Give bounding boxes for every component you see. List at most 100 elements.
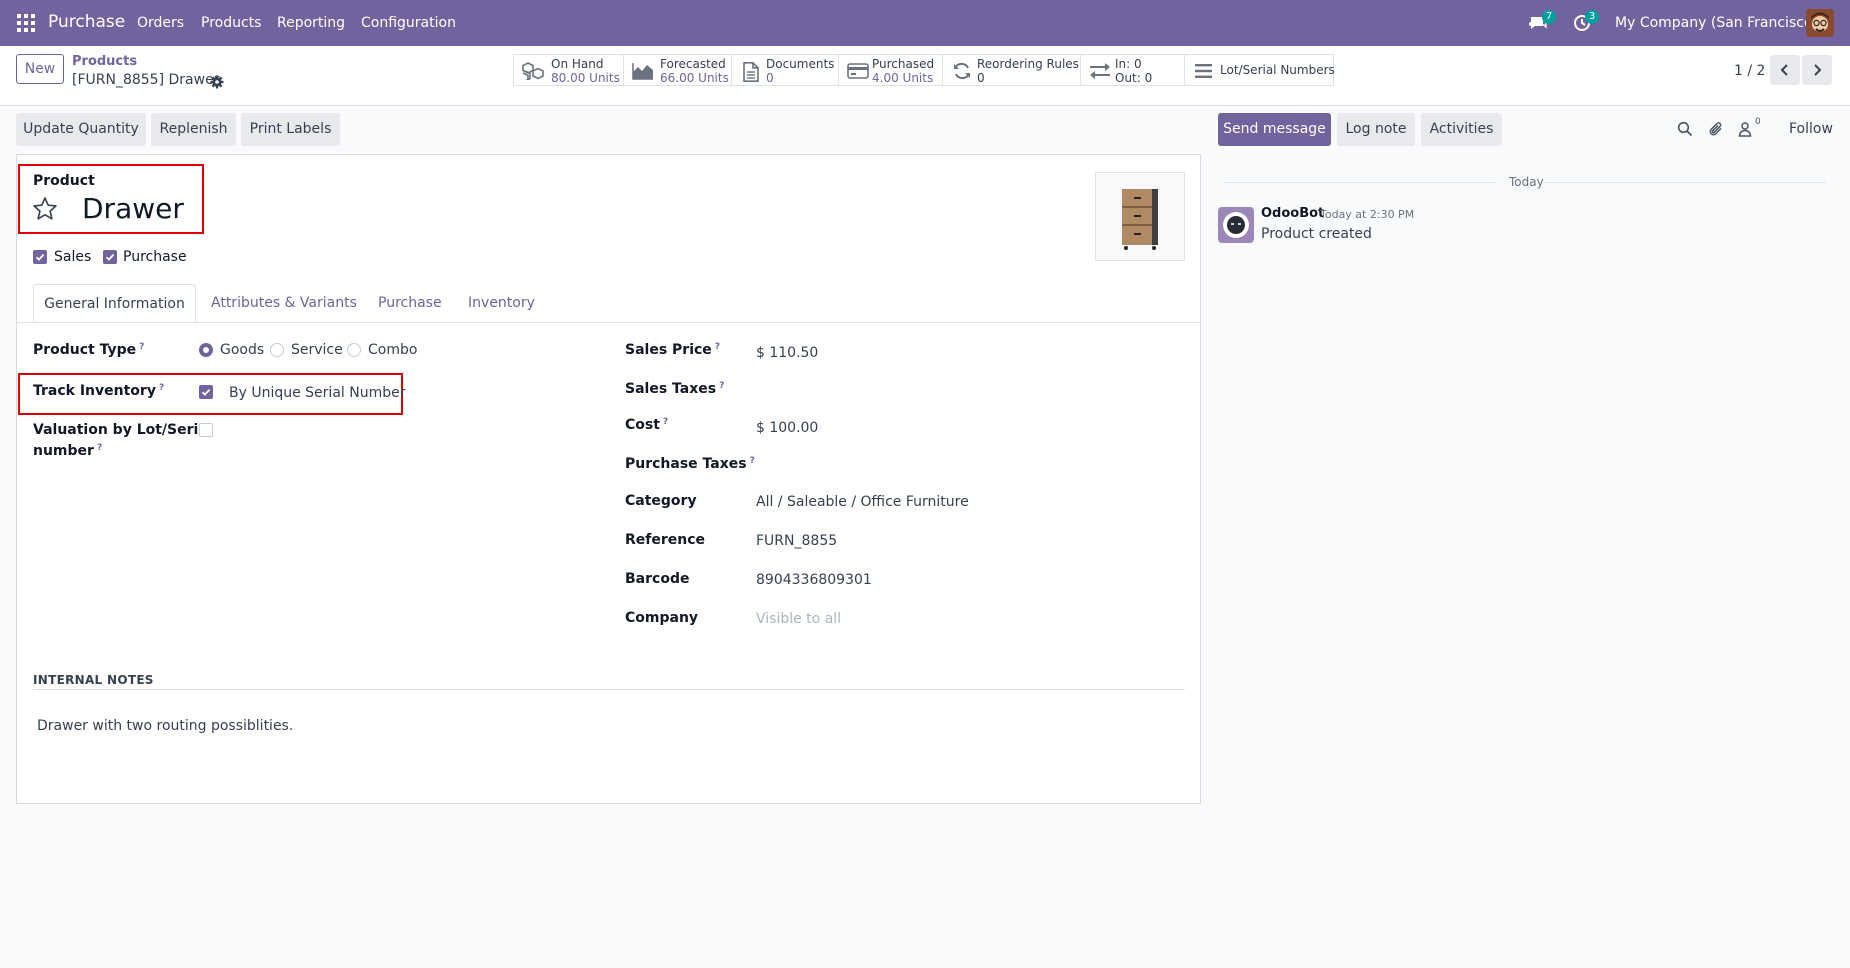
smart-lot-serial[interactable]: Lot/Serial Numbers [1184, 54, 1335, 86]
tab-purchase[interactable]: Purchase [378, 284, 442, 322]
smart-reordering-label: Reordering Rules [977, 57, 1079, 71]
company-switcher[interactable]: My Company (San Francisco) [1615, 15, 1818, 31]
barcode-field[interactable]: 8904336809301 [756, 572, 872, 588]
message-body: Product created [1261, 226, 1372, 242]
activities-button[interactable]: Activities [1421, 113, 1502, 146]
product-type-goods-label: Goods [220, 342, 265, 358]
valuation-label-line2: number? [33, 443, 103, 459]
message-author[interactable]: OdooBot [1261, 206, 1324, 221]
replenish-button[interactable]: Replenish [151, 113, 236, 146]
search-icon[interactable] [1677, 121, 1693, 137]
smart-out-value: Out: 0 [1115, 71, 1153, 85]
app-name[interactable]: Purchase [48, 12, 125, 32]
tabs-divider [17, 322, 1200, 323]
favorite-star-icon[interactable] [32, 196, 58, 222]
reference-field[interactable]: FURN_8855 [756, 533, 837, 549]
smart-forecasted-label: Forecasted [660, 57, 726, 71]
activities-badge: 3 [1585, 10, 1599, 24]
followers-lock-icon[interactable] [1738, 121, 1754, 137]
track-inventory-checkbox[interactable] [199, 385, 213, 399]
menu-products[interactable]: Products [201, 15, 261, 31]
category-field[interactable]: All / Saleable / Office Furniture [756, 494, 969, 510]
send-message-button[interactable]: Send message [1218, 113, 1331, 146]
document-icon [740, 62, 762, 82]
company-field[interactable]: Visible to all [756, 611, 841, 627]
product-image[interactable] [1095, 172, 1185, 261]
product-name-field[interactable]: Drawer [82, 192, 184, 225]
valuation-checkbox[interactable] [199, 423, 213, 437]
purchase-taxes-label: Purchase Taxes? [625, 456, 755, 472]
product-label: Product [33, 173, 95, 189]
category-label: Category [625, 493, 697, 509]
sales-price-field[interactable]: $ 110.50 [756, 345, 818, 361]
smart-buttons: On Hand 80.00 Units Forecasted 66.00 Uni… [513, 54, 1335, 86]
log-note-button[interactable]: Log note [1337, 113, 1415, 146]
top-navbar: Purchase Orders Products Reporting Confi… [0, 0, 1850, 46]
paperclip-icon[interactable] [1708, 121, 1724, 137]
breadcrumb-products[interactable]: Products [72, 54, 137, 69]
internal-notes-title: INTERNAL NOTES [33, 673, 154, 687]
message-time: Today at 2:30 PM [1320, 208, 1415, 221]
smart-documents[interactable]: Documents 0 [731, 54, 838, 86]
internal-notes-field[interactable]: Drawer with two routing possiblities. [37, 718, 293, 734]
smart-on-hand[interactable]: On Hand 80.00 Units [513, 54, 623, 86]
pager-next-button[interactable] [1802, 55, 1832, 85]
tab-inventory[interactable]: Inventory [468, 284, 535, 322]
chevron-left-icon [1770, 63, 1800, 77]
smart-forecasted[interactable]: Forecasted 66.00 Units [623, 54, 731, 86]
menu-configuration[interactable]: Configuration [361, 15, 456, 31]
smart-on-hand-value: 80.00 Units [551, 71, 620, 85]
messages-badge: 7 [1542, 10, 1556, 24]
smart-on-hand-label: On Hand [551, 57, 604, 71]
area-chart-icon [632, 62, 654, 80]
tab-attributes-variants[interactable]: Attributes & Variants [211, 284, 357, 322]
company-label: Company [625, 610, 699, 626]
purchase-taxes-field[interactable] [756, 456, 1176, 476]
track-inventory-value[interactable]: By Unique Serial Number [229, 385, 405, 401]
purchase-checkbox[interactable] [103, 250, 117, 264]
refresh-icon [951, 62, 973, 80]
menu-orders[interactable]: Orders [137, 15, 184, 31]
chevron-right-icon [1802, 63, 1832, 77]
tab-general-information[interactable]: General Information [33, 284, 196, 322]
smart-purchased-label: Purchased [872, 57, 935, 71]
followers-count: 0 [1755, 117, 1761, 127]
reference-label: Reference [625, 532, 706, 548]
smart-lot-serial-label: Lot/Serial Numbers [1220, 63, 1335, 77]
pager-previous-button[interactable] [1770, 55, 1800, 85]
smart-purchased-value: 4.00 Units [872, 71, 934, 85]
valuation-label-line1: Valuation by Lot/Serial [33, 422, 213, 438]
update-quantity-button[interactable]: Update Quantity [16, 113, 146, 146]
sales-checkbox[interactable] [33, 250, 47, 264]
date-divider-left [1225, 182, 1495, 183]
odoobot-avatar[interactable] [1218, 207, 1254, 243]
apps-menu-icon[interactable] [17, 14, 35, 32]
pager-value[interactable]: 1 / 2 [1734, 63, 1765, 79]
smart-reordering-rules[interactable]: Reordering Rules 0 [942, 54, 1080, 86]
new-button[interactable]: New [16, 54, 64, 84]
print-labels-button[interactable]: Print Labels [241, 113, 340, 146]
smart-forecasted-value: 66.00 Units [660, 71, 729, 85]
smart-purchased[interactable]: Purchased 4.00 Units [838, 54, 942, 86]
control-panel: New Products [FURN_8855] Drawer On Hand … [0, 46, 1850, 106]
smart-in-value: In: 0 [1115, 57, 1142, 71]
product-type-goods-radio[interactable] [199, 343, 213, 357]
follow-button[interactable]: Follow [1789, 121, 1833, 137]
internal-notes-divider [33, 689, 1185, 690]
gear-icon[interactable] [210, 75, 224, 89]
date-separator: Today [1509, 175, 1544, 189]
product-type-service-radio[interactable] [270, 343, 284, 357]
smart-in-out[interactable]: In: 0 Out: 0 [1080, 54, 1184, 86]
product-form-sheet [16, 154, 1201, 804]
sales-price-label: Sales Price? [625, 342, 721, 358]
cost-field[interactable]: $ 100.00 [756, 420, 818, 436]
date-divider-right [1545, 182, 1826, 183]
cost-label: Cost? [625, 417, 669, 433]
product-type-combo-radio[interactable] [347, 343, 361, 357]
sales-taxes-field[interactable] [756, 381, 1176, 401]
sales-checkbox-label: Sales [54, 249, 92, 265]
credit-card-icon [847, 62, 869, 80]
menu-reporting[interactable]: Reporting [277, 15, 345, 31]
product-type-service-label: Service [291, 342, 343, 358]
user-avatar[interactable] [1806, 9, 1834, 37]
